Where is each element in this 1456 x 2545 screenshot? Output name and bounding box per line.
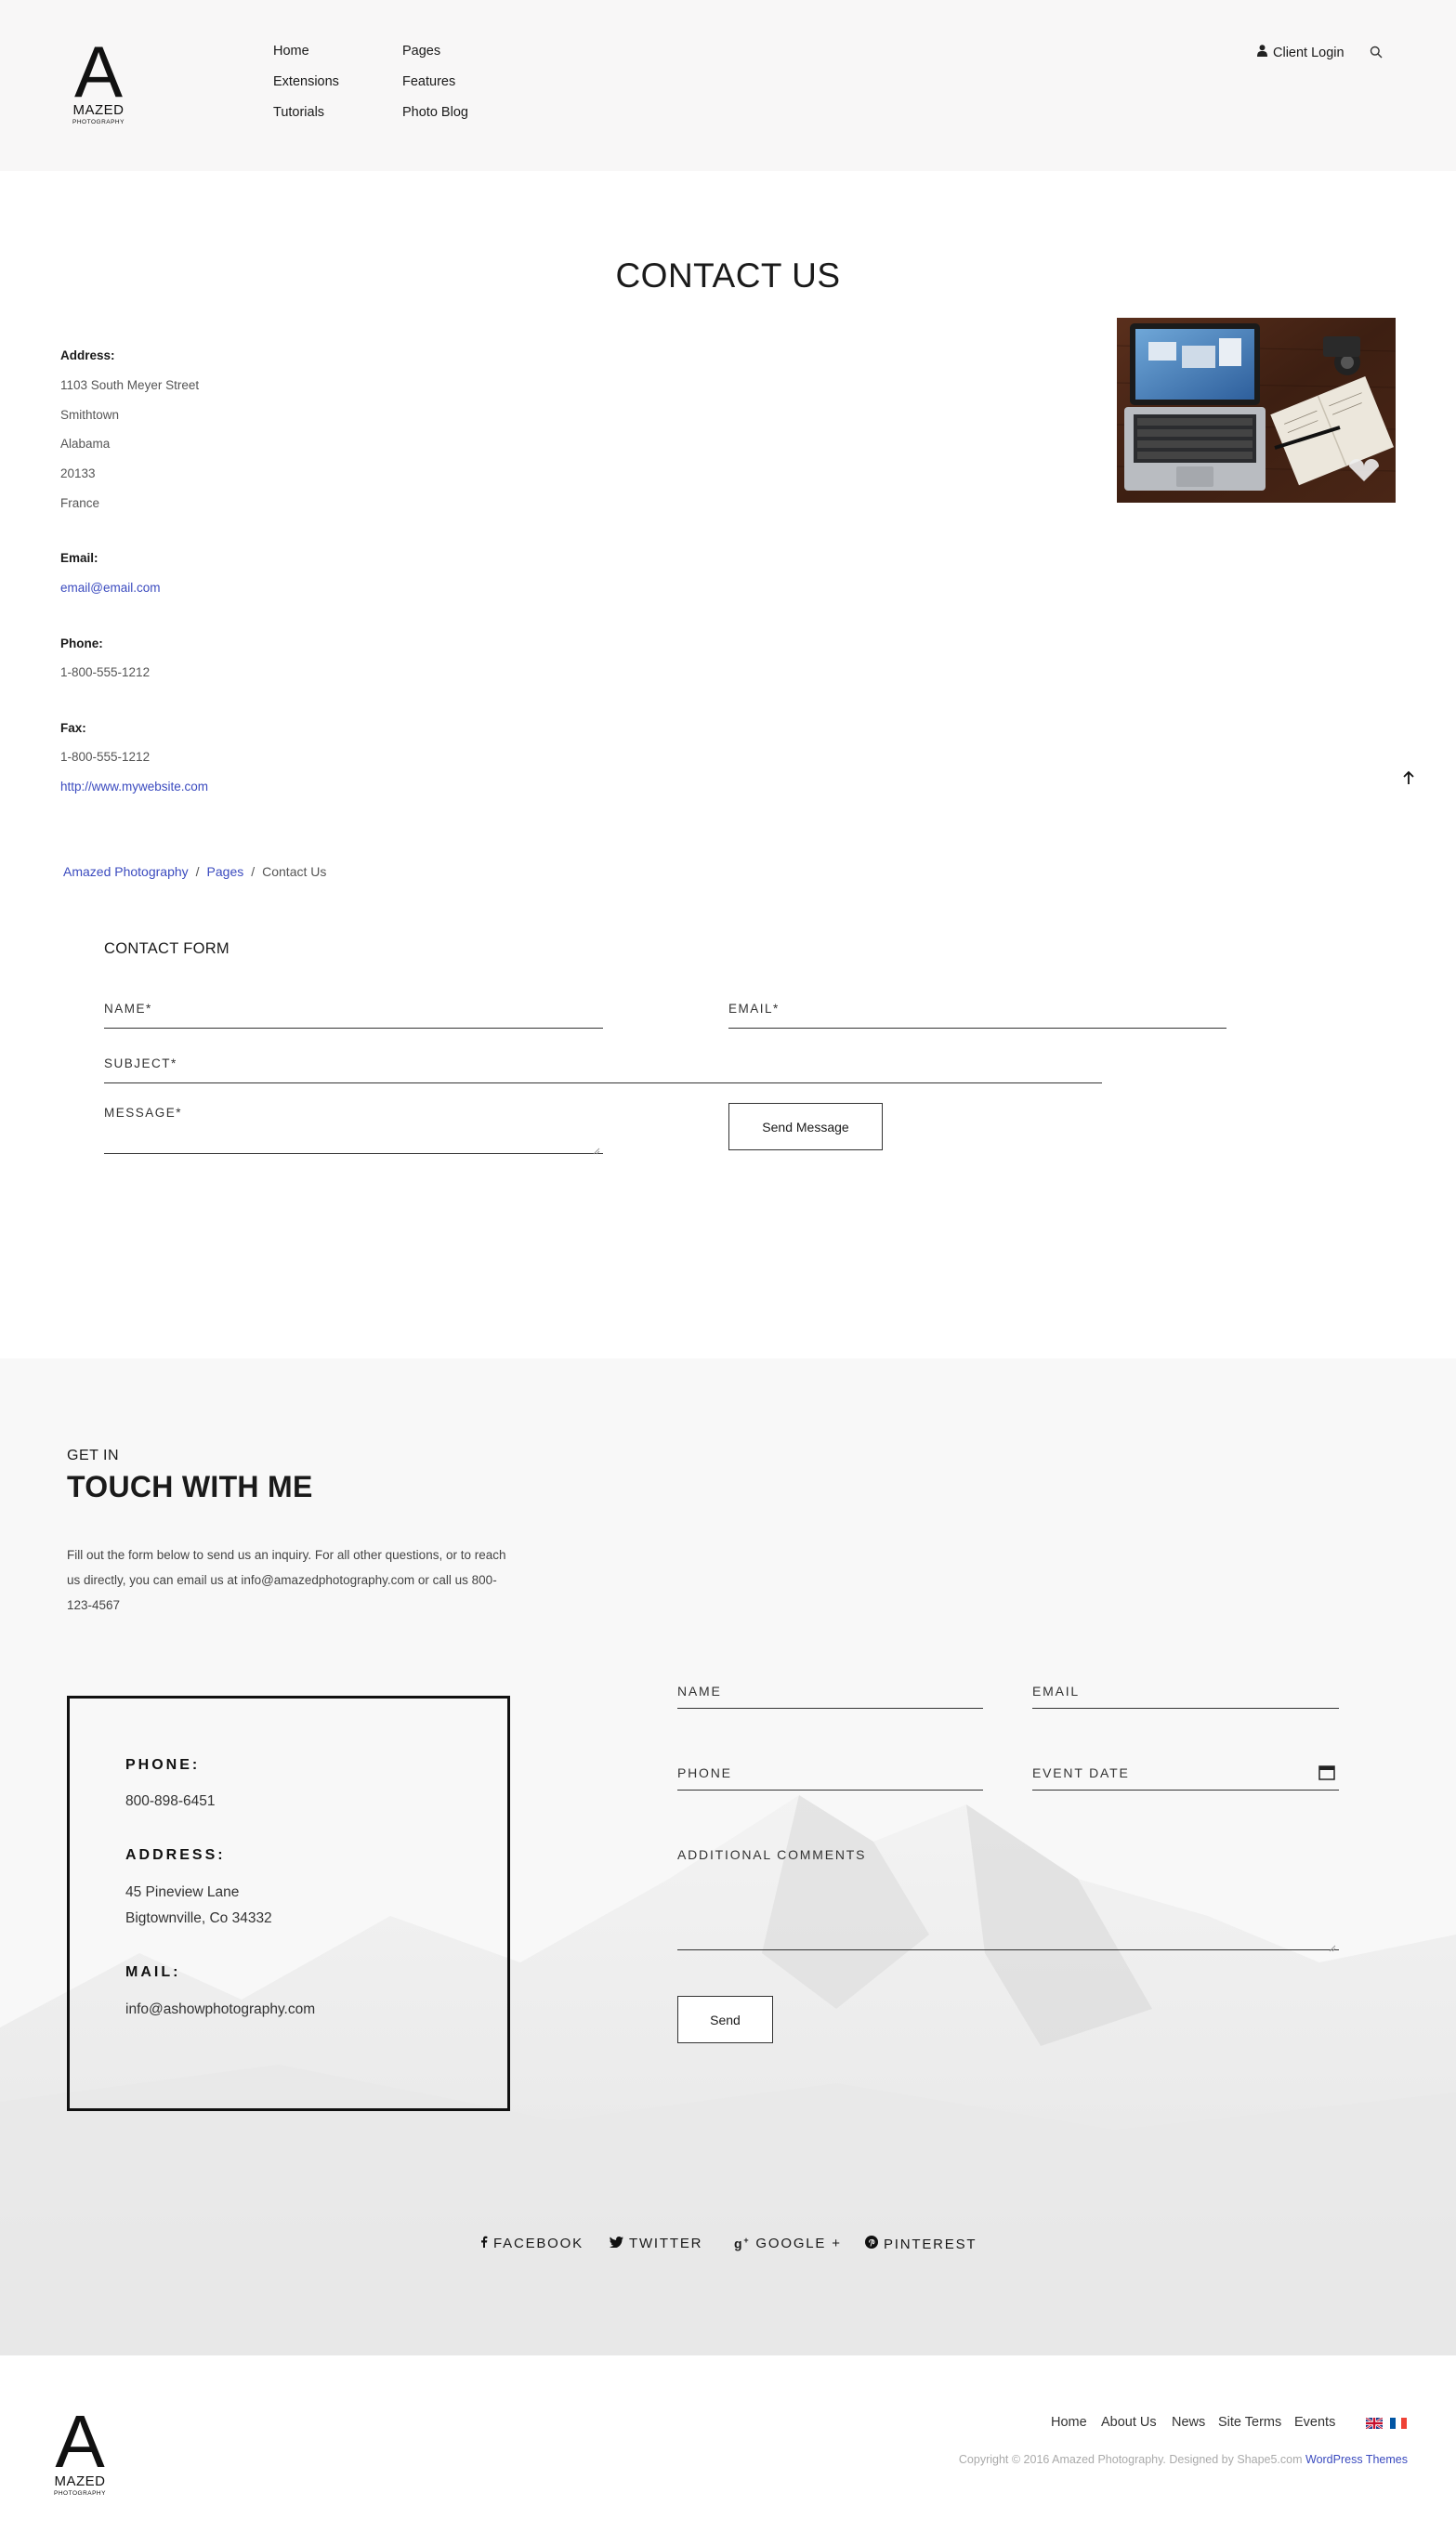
- box-address-line: Bigtownville, Co 34332: [125, 1910, 272, 1926]
- contact-form-title: CONTACT FORM: [104, 940, 230, 957]
- nav-tutorials[interactable]: Tutorials: [273, 105, 324, 120]
- touch-section: GET IN TOUCH WITH ME Fill out the form b…: [0, 1358, 1456, 2355]
- box-address-line: 45 Pineview Lane: [125, 1884, 240, 1900]
- client-login-label: Client Login: [1273, 45, 1345, 60]
- laptop-desk-photo: [1117, 318, 1396, 503]
- box-address-label: ADDRESS:: [125, 1847, 226, 1863]
- touch-kicker: GET IN: [67, 1448, 120, 1463]
- send-button[interactable]: Send: [677, 1996, 773, 2043]
- box-phone-label: PHONE:: [125, 1757, 201, 1773]
- email-label: Email:: [60, 551, 98, 565]
- site-header: A MAZED PHOTOGRAPHY Home Extensions Tuto…: [0, 0, 1456, 171]
- footer-link-events[interactable]: Events: [1294, 2415, 1335, 2430]
- uk-flag-icon[interactable]: [1365, 2417, 1384, 2430]
- facebook-link[interactable]: FACEBOOK: [480, 2236, 584, 2251]
- phone-label: Phone:: [60, 636, 103, 650]
- address-label: Address:: [60, 348, 115, 362]
- fax-value: 1-800-555-1212: [60, 750, 151, 764]
- google-plus-icon: g+: [734, 2236, 751, 2251]
- resize-handle-icon[interactable]: [1329, 1940, 1336, 1952]
- nav-features[interactable]: Features: [402, 74, 455, 89]
- touch-email-field[interactable]: EMAIL: [1032, 1684, 1339, 1709]
- fax-label: Fax:: [60, 721, 86, 735]
- footer-logo[interactable]: A MAZED PHOTOGRAPHY: [45, 2400, 115, 2498]
- address-line: Smithtown: [60, 408, 120, 422]
- breadcrumb-pages[interactable]: Pages: [207, 864, 244, 879]
- phone-value: 1-800-555-1212: [60, 665, 151, 679]
- twitter-label: TWITTER: [629, 2236, 703, 2251]
- copyright: Copyright © 2016 Amazed Photography. Des…: [959, 2453, 1408, 2466]
- address-line: France: [60, 496, 100, 510]
- pinterest-label: PINTEREST: [884, 2236, 977, 2252]
- footer-logo-letter: A: [55, 2400, 105, 2483]
- client-login-link[interactable]: Client Login: [1257, 45, 1345, 60]
- copyright-text: Copyright © 2016 Amazed Photography. Des…: [958, 2453, 1303, 2466]
- address-line: 20133: [60, 466, 96, 480]
- footer-link-site-terms[interactable]: Site Terms: [1218, 2415, 1281, 2430]
- nav-home[interactable]: Home: [273, 44, 309, 59]
- logo-subtitle: PHOTOGRAPHY: [72, 119, 125, 125]
- pinterest-icon: [865, 2236, 878, 2252]
- email-link[interactable]: email@email.com: [60, 581, 160, 595]
- calendar-icon[interactable]: [1318, 1764, 1335, 1780]
- nav-extensions[interactable]: Extensions: [273, 74, 339, 89]
- address-line: Alabama: [60, 437, 111, 451]
- touch-comments-field[interactable]: ADDITIONAL COMMENTS: [677, 1847, 1339, 1950]
- box-mail-label: MAIL:: [125, 1964, 181, 1980]
- user-icon: [1257, 45, 1267, 60]
- breadcrumb-separator: /: [251, 864, 256, 879]
- twitter-link[interactable]: TWITTER: [610, 2236, 702, 2251]
- resize-handle-icon[interactable]: [593, 1143, 600, 1155]
- box-phone-value: 800-898-6451: [125, 1793, 216, 1809]
- page-title: CONTACT US: [615, 256, 841, 295]
- touch-name-field[interactable]: NAME: [677, 1684, 983, 1709]
- website-link[interactable]: http://www.mywebsite.com: [60, 780, 208, 794]
- facebook-icon: [480, 2236, 488, 2251]
- box-mail-value: info@ashowphotography.com: [125, 2001, 316, 2017]
- message-textarea[interactable]: [104, 1106, 603, 1154]
- touch-phone-field[interactable]: PHONE: [677, 1765, 983, 1791]
- google-plus-label: GOOGLE +: [755, 2236, 842, 2251]
- email-input[interactable]: [728, 999, 1226, 1029]
- footer-link-news[interactable]: News: [1172, 2415, 1205, 2430]
- footer-logo-word: MAZED: [54, 2473, 106, 2489]
- contact-info-box: PHONE: 800-898-6451 ADDRESS: 45 Pineview…: [67, 1696, 510, 2111]
- touch-title: TOUCH WITH ME: [67, 1470, 313, 1503]
- pinterest-link[interactable]: PINTEREST: [865, 2236, 977, 2252]
- footer-logo-subtitle: PHOTOGRAPHY: [54, 2490, 106, 2497]
- breadcrumb-current: Contact Us: [262, 864, 327, 879]
- google-plus-link[interactable]: g+ GOOGLE +: [734, 2236, 842, 2251]
- nav-photo-blog[interactable]: Photo Blog: [402, 105, 468, 120]
- facebook-label: FACEBOOK: [493, 2236, 584, 2251]
- send-message-button[interactable]: Send Message: [728, 1103, 883, 1150]
- wordpress-themes-link[interactable]: WordPress Themes: [1305, 2453, 1408, 2466]
- footer-link-home[interactable]: Home: [1051, 2415, 1087, 2430]
- arrow-up-icon[interactable]: [1401, 769, 1418, 788]
- breadcrumb-home[interactable]: Amazed Photography: [63, 864, 189, 879]
- breadcrumb-separator: /: [195, 864, 200, 879]
- address-line: 1103 South Meyer Street: [60, 378, 200, 392]
- touch-event-date-field[interactable]: EVENT DATE: [1032, 1765, 1339, 1791]
- breadcrumb: Amazed Photography / Pages / Contact Us: [63, 864, 326, 879]
- site-logo[interactable]: A MAZED PHOTOGRAPHY: [65, 35, 132, 125]
- logo-word: MAZED: [72, 102, 125, 118]
- nav-pages[interactable]: Pages: [402, 44, 440, 59]
- twitter-icon: [610, 2236, 623, 2251]
- logo-letter: A: [73, 31, 124, 112]
- name-input[interactable]: [104, 999, 603, 1029]
- france-flag-icon[interactable]: [1390, 2417, 1407, 2429]
- search-icon[interactable]: [1370, 46, 1386, 62]
- subject-input[interactable]: [104, 1054, 1102, 1083]
- footer-link-about[interactable]: About Us: [1101, 2415, 1157, 2430]
- touch-intro: Fill out the form below to send us an in…: [67, 1548, 506, 1612]
